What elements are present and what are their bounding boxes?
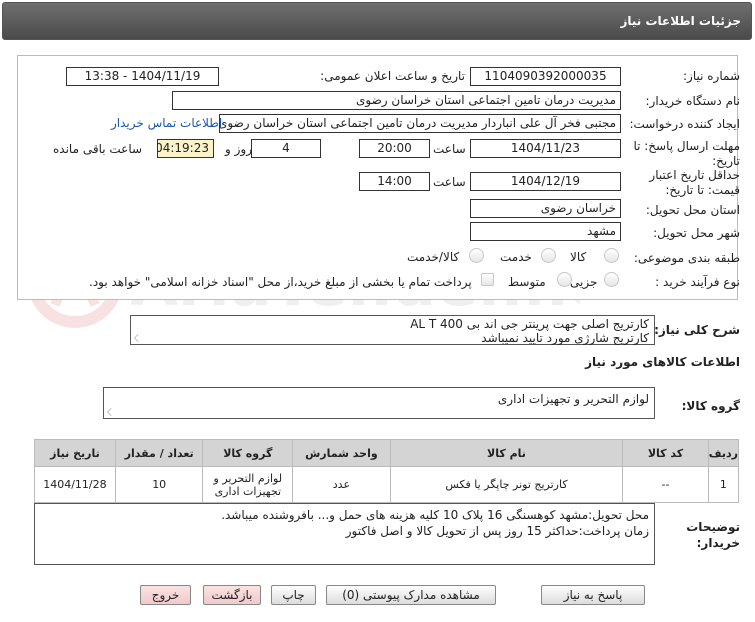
description-textarea[interactable]: کارتریج اصلی جهت پرینتر جی اند بی AL T 4… xyxy=(130,315,655,345)
remaining-time-field[interactable]: 04:19:23 xyxy=(157,139,214,158)
announce-date-field[interactable]: 1404/11/19 - 13:38 xyxy=(66,67,219,86)
need-number-field[interactable]: 1104090392000035 xyxy=(470,67,621,86)
announce-date-label: تاریخ و ساعت اعلان عمومی: xyxy=(320,69,465,83)
buyer-notes-line-1: محل تحویل:مشهد کوهسنگی 16 پلاک 10 کلیه ه… xyxy=(221,508,649,522)
category-radio-both[interactable] xyxy=(469,248,484,263)
purchase-type-label: نوع فرآیند خرید : xyxy=(655,275,740,289)
buyer-notes-line-2: زمان پرداخت:حداکثر 15 روز پس از تحویل کا… xyxy=(345,524,649,538)
city-label: شهر محل تحویل: xyxy=(653,226,740,240)
col-row-number: ردیف xyxy=(707,439,740,467)
reply-button[interactable]: پاسخ به نیاز xyxy=(541,585,645,605)
goods-group-label: گروه کالا: xyxy=(681,399,740,413)
purchase-option-minor: جزیی xyxy=(570,275,598,289)
treasury-checkbox[interactable] xyxy=(481,273,494,286)
validity-date-field[interactable]: 1404/12/19 xyxy=(470,172,621,191)
category-radio-goods[interactable] xyxy=(604,248,619,263)
treasury-note: پرداخت تمام یا بخشی از مبلغ خرید،از محل … xyxy=(89,275,472,289)
cell-need-date: 1404/11/28 xyxy=(34,466,116,503)
deadline-label: مهلت ارسال پاسخ: تا تاریخ: xyxy=(633,139,740,168)
description-line-1: کارتریج اصلی جهت پرینتر جی اند بی AL T 4… xyxy=(410,317,649,331)
purchase-radio-medium[interactable] xyxy=(557,272,572,287)
goods-group-field[interactable]: لوازم التحریر و تجهیزات اداری xyxy=(103,387,655,419)
resize-grip-icon[interactable] xyxy=(107,408,115,416)
goods-section-title: اطلاعات کالاهای مورد نیاز xyxy=(585,355,740,369)
print-button[interactable]: چاپ xyxy=(271,585,316,605)
purchase-option-medium: متوسط xyxy=(508,275,546,289)
col-group: گروه کالا xyxy=(202,439,294,467)
cell-item-name: کارتریج تونر چاپگر یا فکس xyxy=(389,466,624,503)
back-button[interactable]: بازگشت xyxy=(203,585,261,605)
buyer-notes-textarea[interactable]: محل تحویل:مشهد کوهسنگی 16 پلاک 10 کلیه ه… xyxy=(34,503,655,565)
buyer-notes-label: توضیحات خریدار: xyxy=(686,520,740,550)
description-label: شرح کلی نیاز: xyxy=(654,323,740,337)
col-item-code: کد کالا xyxy=(622,439,709,467)
cell-unit: عدد xyxy=(292,466,391,503)
cell-quantity: 10 xyxy=(114,466,204,503)
creator-label: ایجاد کننده درخواست: xyxy=(629,117,740,131)
category-option-both: کالا/خدمت xyxy=(407,250,460,264)
purchase-radio-minor[interactable] xyxy=(604,272,619,287)
category-radio-service[interactable] xyxy=(541,248,556,263)
category-label: طبقه بندی موضوعی: xyxy=(633,251,740,265)
deadline-date-field[interactable]: 1404/11/23 xyxy=(470,139,621,158)
creator-field[interactable]: مجتبی فخر آل علی انباردار مدیریت درمان ت… xyxy=(219,114,621,133)
view-attachments-button[interactable]: مشاهده مدارک پیوستی (0) xyxy=(326,585,496,605)
col-quantity: تعداد / مقدار xyxy=(114,439,204,467)
need-number-label: شماره نیاز: xyxy=(683,69,740,83)
days-remaining-field[interactable]: 4 xyxy=(251,139,321,158)
province-field[interactable]: خراسان رضوی xyxy=(470,199,621,218)
buyer-field[interactable]: مدیریت درمان تامین اجتماعی استان خراسان … xyxy=(172,91,621,110)
col-item-name: نام کالا xyxy=(389,439,624,467)
exit-button[interactable]: خروج xyxy=(140,585,191,605)
cell-group: لوازم التحریر و تجهیزات اداری xyxy=(202,466,294,503)
goods-group-value: لوازم التحریر و تجهیزات اداری xyxy=(497,392,649,406)
cell-item-code: -- xyxy=(622,466,709,503)
category-option-goods: کالا xyxy=(570,250,587,264)
deadline-time-label: ساعت xyxy=(433,142,466,156)
contact-buyer-link[interactable]: اطلاعات تماس خریدار xyxy=(111,116,222,130)
page-title: جزئیات اطلاعات نیاز xyxy=(620,14,741,28)
table-row[interactable]: 1 -- کارتریج تونر چاپگر یا فکس عدد لوازم… xyxy=(34,466,740,503)
buyer-label: نام دستگاه خریدار: xyxy=(645,94,741,108)
deadline-time-field[interactable]: 20:00 xyxy=(359,139,430,158)
description-line-2: کارتریج شارژی مورد تایید نمیباشد xyxy=(481,331,649,345)
days-label: روز و xyxy=(225,142,252,156)
category-option-service: خدمت xyxy=(500,250,532,264)
validity-time-label: ساعت xyxy=(433,175,466,189)
province-label: استان محل تحویل: xyxy=(645,203,740,217)
validity-time-field[interactable]: 14:00 xyxy=(359,172,430,191)
cell-row-number: 1 xyxy=(707,466,740,503)
remaining-label: ساعت باقی مانده xyxy=(53,142,143,156)
table-header-row: ردیف کد کالا نام کالا واحد شمارش گروه کا… xyxy=(34,439,740,467)
city-field[interactable]: مشهد xyxy=(470,222,621,241)
items-table: ردیف کد کالا نام کالا واحد شمارش گروه کا… xyxy=(34,439,740,503)
validity-label: حداقل تاریخ اعتبار قیمت: تا تاریخ: xyxy=(649,168,740,197)
col-need-date: تاریخ نیاز xyxy=(34,439,116,467)
page-header: جزئیات اطلاعات نیاز xyxy=(2,2,752,40)
col-unit: واحد شمارش xyxy=(292,439,391,467)
